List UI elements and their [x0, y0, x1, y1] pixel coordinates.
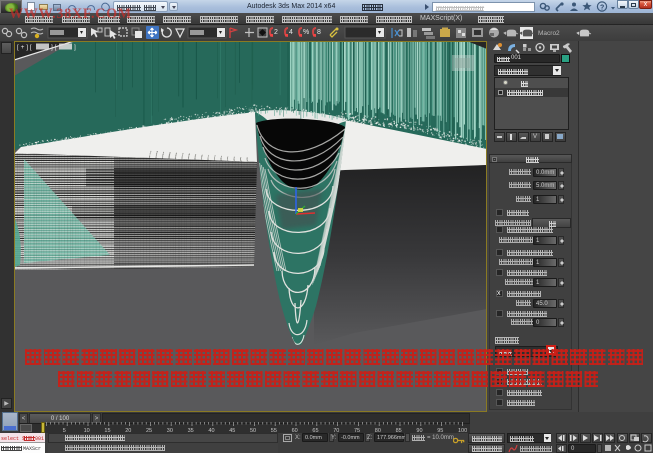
svg-text:[ + ] [: [ + ] [: [17, 44, 32, 51]
svg-text:] [: ] [: [51, 44, 57, 51]
svg-text:Macro2: Macro2: [538, 30, 560, 37]
svg-text:8: 8: [317, 29, 321, 36]
svg-text:2: 2: [274, 29, 278, 36]
svg-text:4: 4: [289, 29, 293, 36]
svg-text:]: ]: [74, 44, 76, 51]
svg-text:?: ?: [600, 4, 604, 11]
svg-text:%: %: [303, 29, 309, 36]
